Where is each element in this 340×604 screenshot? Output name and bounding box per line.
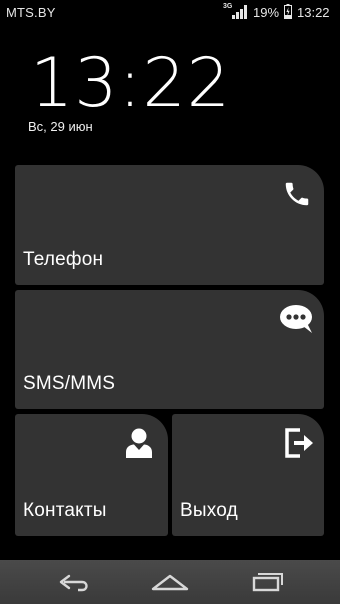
contacts-tile[interactable]: Контакты xyxy=(15,414,168,536)
network-type: 3G xyxy=(223,3,233,10)
exit-tile-label: Выход xyxy=(180,500,238,521)
sms-tile-label: SMS/MMS xyxy=(23,373,116,394)
battery-percent: 19% xyxy=(253,5,280,20)
contacts-tile-label: Контакты xyxy=(23,500,107,521)
phone-tile[interactable]: Телефон xyxy=(15,165,324,285)
back-icon[interactable] xyxy=(50,568,100,596)
status-time: 13:22 xyxy=(297,5,330,20)
person-icon xyxy=(126,428,152,458)
exit-icon xyxy=(285,428,313,458)
phone-icon xyxy=(285,182,309,206)
recent-apps-icon[interactable] xyxy=(242,568,292,596)
lockscreen-date: Вс, 29 июн xyxy=(28,119,93,134)
sms-tile[interactable]: SMS/MMS xyxy=(15,290,324,409)
home-icon[interactable] xyxy=(145,568,195,596)
signal-icon xyxy=(232,5,247,19)
chat-bubble-icon xyxy=(280,305,312,333)
lockscreen-clock: 13:22 xyxy=(30,44,231,123)
carrier-name: MTS.BY xyxy=(6,5,56,20)
battery-charging-icon xyxy=(284,4,292,19)
exit-tile[interactable]: Выход xyxy=(172,414,324,536)
status-bar: MTS.BY 3G 19% 13:22 xyxy=(0,0,340,25)
navigation-bar xyxy=(0,560,340,604)
phone-tile-label: Телефон xyxy=(23,249,104,270)
